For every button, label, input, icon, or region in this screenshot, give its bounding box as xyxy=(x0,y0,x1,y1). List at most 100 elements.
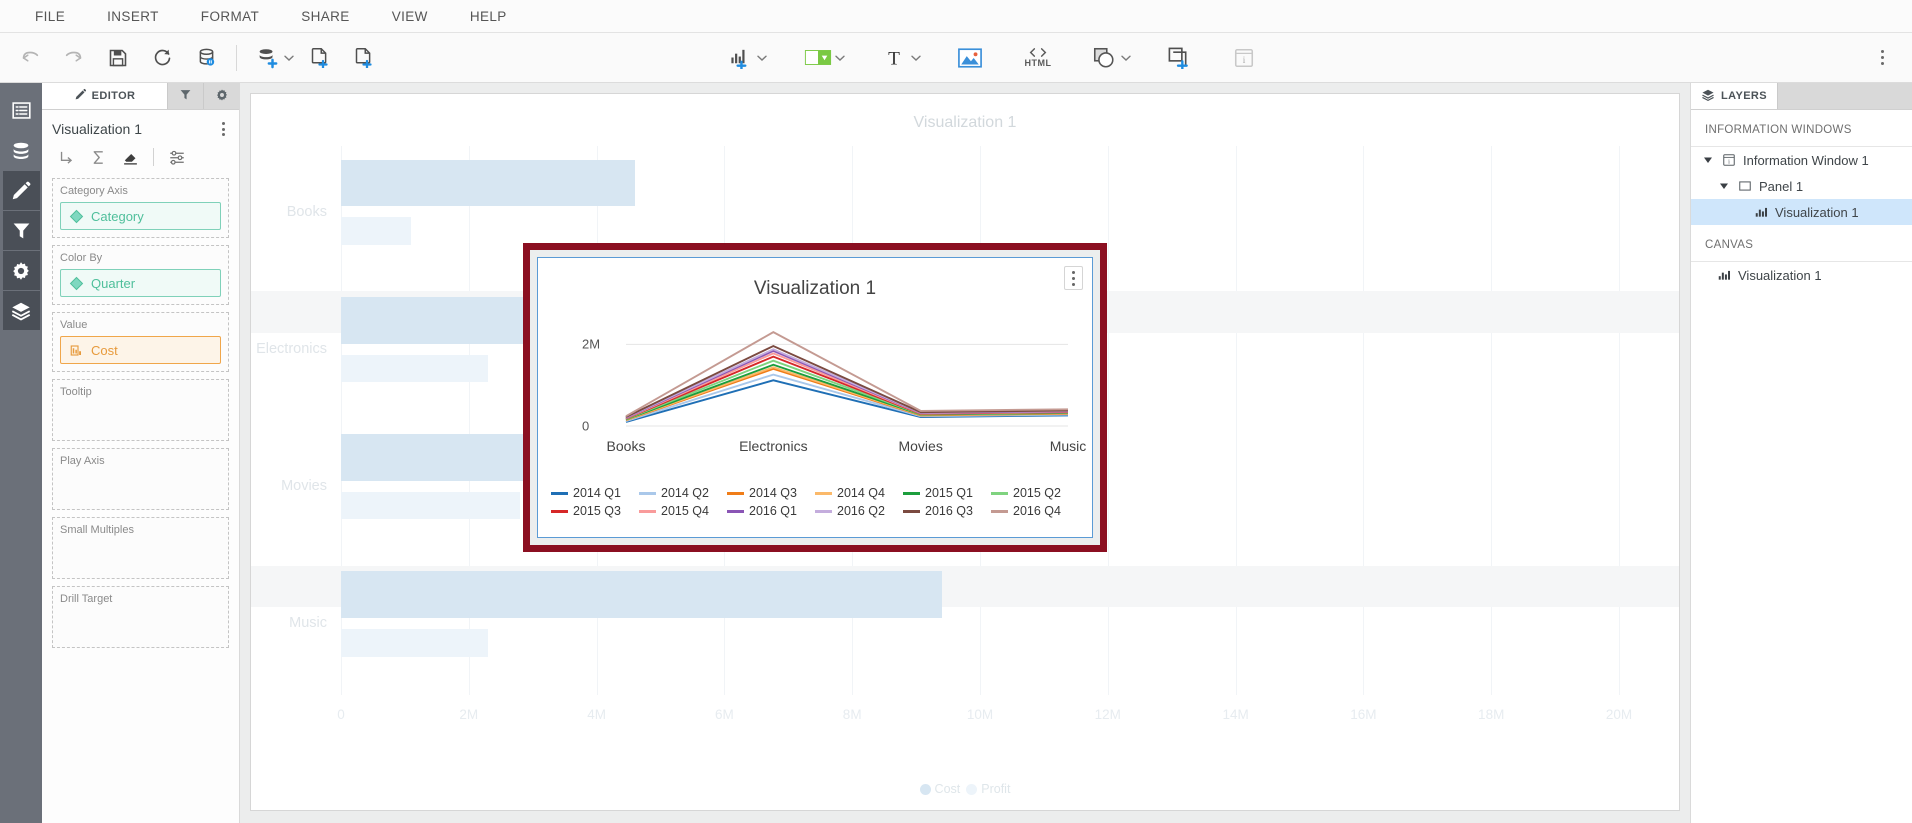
background-bar[interactable] xyxy=(341,491,520,520)
editor-overflow-menu-icon[interactable] xyxy=(218,120,229,138)
background-bar[interactable] xyxy=(341,217,412,245)
save-button[interactable] xyxy=(96,38,140,78)
overflow-menu-button[interactable] xyxy=(1860,38,1904,78)
menu-item-format[interactable]: FORMAT xyxy=(180,0,280,33)
legend-label: 2014 Q3 xyxy=(749,486,797,500)
shelf-tooltip[interactable]: Tooltip xyxy=(52,379,229,441)
legend-item[interactable]: 2014 Q1 xyxy=(551,484,639,502)
refresh-button[interactable] xyxy=(140,38,184,78)
rail-item-layers[interactable] xyxy=(2,291,40,330)
shelf-drill-target[interactable]: Drill Target xyxy=(52,586,229,648)
text-button[interactable]: T xyxy=(872,38,916,78)
legend-label: 2016 Q4 xyxy=(1013,504,1061,518)
color-fill-button[interactable] xyxy=(796,38,840,78)
background-bar[interactable] xyxy=(341,354,488,383)
legend-item[interactable]: 2016 Q2 xyxy=(815,502,903,520)
field-pill-quarter[interactable]: Quarter xyxy=(60,269,221,297)
branch-icon[interactable] xyxy=(52,146,80,168)
field-pill-category[interactable]: Category xyxy=(60,202,221,230)
background-legend-item[interactable]: Cost xyxy=(919,782,961,796)
new-page-button[interactable] xyxy=(297,38,341,78)
menu-item-insert[interactable]: INSERT xyxy=(86,0,180,33)
tab-filters[interactable] xyxy=(167,83,203,109)
add-data-button[interactable] xyxy=(245,38,289,78)
duplicate-page-button[interactable] xyxy=(341,38,385,78)
menu-item-file[interactable]: FILE xyxy=(14,0,86,33)
legend-label: 2015 Q3 xyxy=(573,504,621,518)
layers-tree-item-panel-1[interactable]: Panel 1 xyxy=(1691,173,1912,199)
field-pill-label: Category xyxy=(91,208,144,224)
data-source-button[interactable] xyxy=(184,38,228,78)
redo-button[interactable] xyxy=(52,38,96,78)
add-visualization-button[interactable] xyxy=(718,38,762,78)
background-x-tick-label: 8M xyxy=(842,707,862,722)
undo-button[interactable] xyxy=(8,38,52,78)
legend-item[interactable]: 2014 Q3 xyxy=(727,484,815,502)
html-button[interactable]: HTML xyxy=(1016,38,1060,78)
background-x-tick-label: 20M xyxy=(1605,707,1633,722)
shelf-color-by[interactable]: Color By Quarter xyxy=(52,245,229,305)
shelf-small-multiples[interactable]: Small Multiples xyxy=(52,517,229,579)
layers-tree-item-visualization-1[interactable]: Visualization 1 xyxy=(1691,199,1912,225)
canvas[interactable]: Visualization 1 0 2M 4M 6M 8M 10M 12M 14M 16M 18M… xyxy=(250,93,1680,811)
layers-tree-item-information-window-1[interactable]: i Information Window 1 xyxy=(1691,147,1912,173)
rail-item-pages[interactable] xyxy=(3,91,40,130)
background-bar[interactable] xyxy=(341,571,942,619)
legend-item[interactable]: 2015 Q4 xyxy=(639,502,727,520)
rail-item-data[interactable] xyxy=(3,131,40,170)
rail-item-edit[interactable] xyxy=(2,171,40,210)
legend-label: Cost xyxy=(934,782,961,796)
layers-tree: i Information Window 1 Panel 1 Visualizatio… xyxy=(1691,147,1912,225)
layers-tabs: LAYERS xyxy=(1691,83,1912,110)
svg-text:i: i xyxy=(1243,55,1246,65)
shelf-value[interactable]: Value Cost xyxy=(52,312,229,372)
sliders-icon[interactable] xyxy=(163,146,191,168)
menu-item-view[interactable]: VIEW xyxy=(371,0,449,33)
measure-icon xyxy=(69,343,84,358)
information-window-popup[interactable]: Visualization 1 0 2M Books Electronics Movie… xyxy=(523,243,1107,552)
legend-item[interactable]: 2015 Q3 xyxy=(551,502,639,520)
pencil-icon xyxy=(74,88,87,104)
legend-item[interactable]: 2014 Q4 xyxy=(815,484,903,502)
editor-toolbar-separator xyxy=(153,148,154,166)
toolbar: T HTML i xyxy=(0,33,1912,83)
popup-overflow-menu-icon[interactable] xyxy=(1064,266,1083,290)
menu-item-share[interactable]: SHARE xyxy=(280,0,371,33)
legend-item[interactable]: 2015 Q1 xyxy=(903,484,991,502)
tab-editor[interactable]: EDITOR xyxy=(42,83,167,109)
legend-color-swatch xyxy=(903,491,920,495)
legend-item[interactable]: 2016 Q4 xyxy=(991,502,1079,520)
add-panel-button[interactable] xyxy=(1156,38,1200,78)
rail-item-settings[interactable] xyxy=(2,251,40,290)
shelf-play-axis[interactable]: Play Axis xyxy=(52,448,229,510)
sigma-icon[interactable] xyxy=(84,146,112,168)
rail-item-filter[interactable] xyxy=(2,211,40,250)
background-bar[interactable] xyxy=(341,629,488,657)
shelf-label: Play Axis xyxy=(60,455,105,467)
legend-item[interactable]: 2015 Q2 xyxy=(991,484,1079,502)
canvas-item-visualization-1[interactable]: Visualization 1 xyxy=(1691,262,1912,288)
background-gridline xyxy=(1235,146,1237,695)
eraser-icon[interactable] xyxy=(116,146,144,168)
legend-item[interactable]: 2016 Q1 xyxy=(727,502,815,520)
tab-layers[interactable]: LAYERS xyxy=(1691,83,1778,109)
field-pill-cost[interactable]: Cost xyxy=(60,336,221,364)
background-legend-item[interactable]: Profit xyxy=(966,782,1010,796)
canvas-items-list: Visualization 1 xyxy=(1691,262,1912,288)
menu-item-help[interactable]: HELP xyxy=(449,0,528,33)
info-window-button[interactable]: i xyxy=(1222,38,1266,78)
legend-item[interactable]: 2014 Q2 xyxy=(639,484,727,502)
background-gridline xyxy=(1363,146,1365,695)
legend-label: 2016 Q2 xyxy=(837,504,885,518)
legend-color-swatch xyxy=(991,509,1008,513)
shapes-button[interactable] xyxy=(1082,38,1126,78)
background-chart-title: Visualization 1 xyxy=(913,114,1017,131)
background-bar[interactable] xyxy=(341,159,635,207)
tab-properties[interactable] xyxy=(203,83,239,109)
image-button[interactable] xyxy=(948,38,992,78)
shelf-category-axis[interactable]: Category Axis Category xyxy=(52,178,229,238)
chevron-down-icon[interactable] xyxy=(1701,155,1715,165)
legend-item[interactable]: 2016 Q3 xyxy=(903,502,991,520)
y-axis-tick-label: 2M xyxy=(582,336,601,352)
chevron-down-icon[interactable] xyxy=(1717,181,1731,191)
